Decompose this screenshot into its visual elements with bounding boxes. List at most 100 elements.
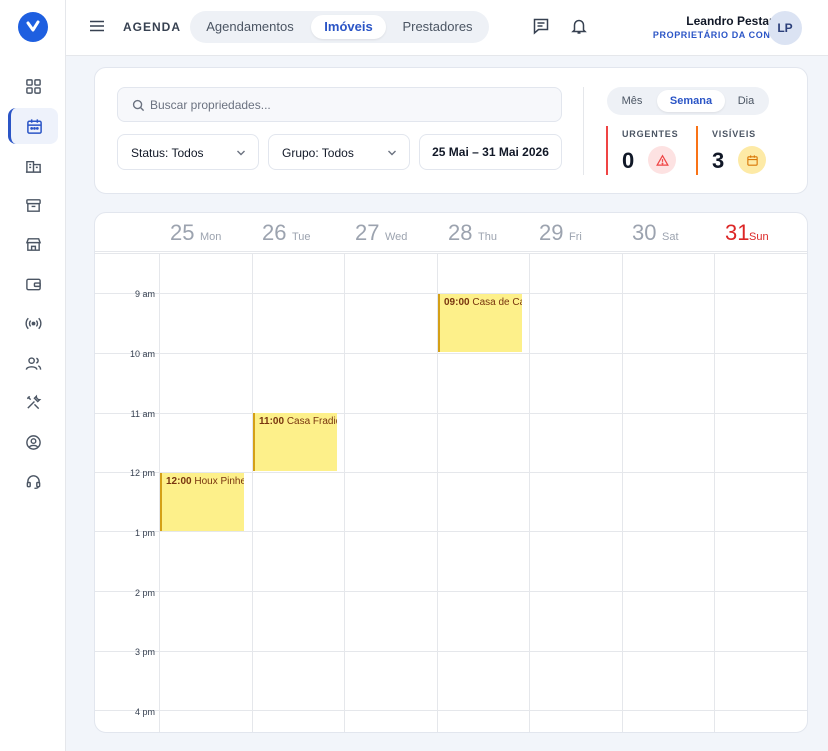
stat-urgent-value: 0 xyxy=(622,148,635,173)
warning-icon xyxy=(655,153,669,166)
day-header-thu: 28 Thu xyxy=(437,213,529,253)
time-label: 1 pm xyxy=(134,528,155,538)
bell-icon[interactable] xyxy=(570,17,588,35)
day-name: Sat xyxy=(662,231,679,243)
event-title: Casa Fradique xyxy=(286,416,337,427)
tab-prestadores[interactable]: Prestadores xyxy=(391,15,484,39)
avatar[interactable]: LP xyxy=(768,11,802,45)
calendar-event[interactable]: 11:00 Casa Fradique xyxy=(253,413,337,471)
tab-agendamentos[interactable]: Agendamentos xyxy=(195,15,305,39)
filter-panel: Status: Todos Grupo: Todos 25 Mai – 31 M… xyxy=(94,67,808,194)
view-tab-month[interactable]: Mês xyxy=(611,90,653,112)
day-name: Fri xyxy=(569,231,582,243)
day-header-fri: 29 Fri xyxy=(530,213,622,253)
day-name: Wed xyxy=(385,231,408,243)
user-role: PROPRIETÁRIO DA CONTA xyxy=(652,30,783,40)
sidebar-item-tools[interactable] xyxy=(8,384,58,420)
tools-icon xyxy=(26,394,41,409)
day-name: Thu xyxy=(478,231,497,243)
group-select[interactable]: Grupo: Todos xyxy=(268,134,410,170)
hour-line xyxy=(95,353,807,354)
stat-urgent: URGENTES 0 xyxy=(606,126,691,175)
stat-urgent-badge xyxy=(648,146,676,174)
week-calendar: 25 Mon 26 Tue 27 Wed 28 Thu 29 Fri 30 Sa… xyxy=(94,212,808,733)
status-select-label: Status: Todos xyxy=(131,146,204,160)
status-select[interactable]: Status: Todos xyxy=(117,134,259,170)
day-number: 27 xyxy=(355,220,380,245)
page-title: AGENDA xyxy=(123,20,182,34)
broadcast-icon xyxy=(24,317,42,329)
time-label: 12 pm xyxy=(129,468,155,478)
day-number: 26 xyxy=(262,220,287,245)
sidebar-item-wallet[interactable] xyxy=(8,266,58,302)
hour-line xyxy=(95,531,807,532)
day-name: Sun xyxy=(749,231,769,243)
stat-visible: VISÍVEIS 3 xyxy=(696,126,786,175)
menu-icon[interactable] xyxy=(88,17,106,35)
logo-icon xyxy=(26,20,40,32)
chevron-down-icon xyxy=(237,150,245,156)
time-label: 3 pm xyxy=(134,647,155,657)
search-box xyxy=(117,87,562,122)
headset-icon xyxy=(26,474,40,489)
day-number: 31 xyxy=(725,220,750,245)
time-label: 10 am xyxy=(129,349,155,359)
day-header-tue: 26 Tue xyxy=(252,213,344,253)
tab-imoveis[interactable]: Imóveis xyxy=(311,15,386,39)
divider xyxy=(583,87,584,175)
day-column-line xyxy=(344,253,345,732)
day-header-wed: 27 Wed xyxy=(345,213,437,253)
group-select-label: Grupo: Todos xyxy=(282,146,354,160)
sidebar-item-dashboard[interactable] xyxy=(8,68,58,104)
sidebar-item-users[interactable] xyxy=(8,345,58,381)
day-name: Mon xyxy=(200,231,222,243)
sidebar xyxy=(0,0,66,751)
user-circle-icon xyxy=(25,434,41,450)
archive-icon xyxy=(25,198,41,212)
view-switcher: Mês Semana Dia xyxy=(607,87,769,115)
event-time: 12:00 xyxy=(166,476,192,487)
grid-icon xyxy=(25,78,41,94)
day-number: 25 xyxy=(170,220,195,245)
top-header: AGENDA Agendamentos Imóveis Prestadores … xyxy=(66,0,828,56)
stat-visible-badge xyxy=(738,146,766,174)
stat-visible-value: 3 xyxy=(712,148,725,173)
header-divider xyxy=(95,251,807,252)
sidebar-item-agenda[interactable] xyxy=(8,108,58,144)
sidebar-item-broadcast[interactable] xyxy=(8,305,58,341)
event-title: Houx Pinheiro xyxy=(194,476,244,487)
sidebar-item-buildings[interactable] xyxy=(8,147,58,183)
calendar-icon xyxy=(27,118,42,134)
stat-visible-label: VISÍVEIS xyxy=(712,129,756,139)
calendar-event[interactable]: 09:00 Casa de Campo xyxy=(438,294,522,352)
sidebar-item-store[interactable] xyxy=(8,226,58,262)
hour-line xyxy=(95,591,807,592)
app-logo[interactable] xyxy=(18,12,48,42)
event-time: 09:00 xyxy=(444,297,470,308)
sidebar-item-archive[interactable] xyxy=(8,187,58,223)
time-label: 9 am xyxy=(134,289,155,299)
time-label: 4 pm xyxy=(134,707,155,717)
hour-line xyxy=(95,651,807,652)
sidebar-item-profile[interactable] xyxy=(8,424,58,460)
day-number: 29 xyxy=(539,220,564,245)
hour-line xyxy=(95,710,807,711)
sidebar-item-support[interactable] xyxy=(8,463,58,499)
wallet-icon xyxy=(25,278,41,290)
view-tab-day[interactable]: Dia xyxy=(728,90,764,112)
day-header-mon: 25 Mon xyxy=(160,213,252,253)
day-header-sat: 30 Sat xyxy=(622,213,714,253)
day-column-line xyxy=(252,253,253,732)
calendar-icon xyxy=(746,154,758,166)
date-range-picker[interactable]: 25 Mai – 31 Mai 2026 xyxy=(419,134,562,170)
hour-line xyxy=(95,413,807,414)
chat-icon[interactable] xyxy=(532,17,550,35)
calendar-event[interactable]: 12:00 Houx Pinheiro xyxy=(160,473,244,531)
event-time: 11:00 xyxy=(259,416,285,427)
search-input[interactable] xyxy=(150,88,550,121)
day-number: 30 xyxy=(632,220,657,245)
view-tab-week[interactable]: Semana xyxy=(657,90,725,112)
time-label: 11 am xyxy=(130,409,155,419)
event-title: Casa de Campo xyxy=(472,297,522,308)
day-column-line xyxy=(622,253,623,732)
